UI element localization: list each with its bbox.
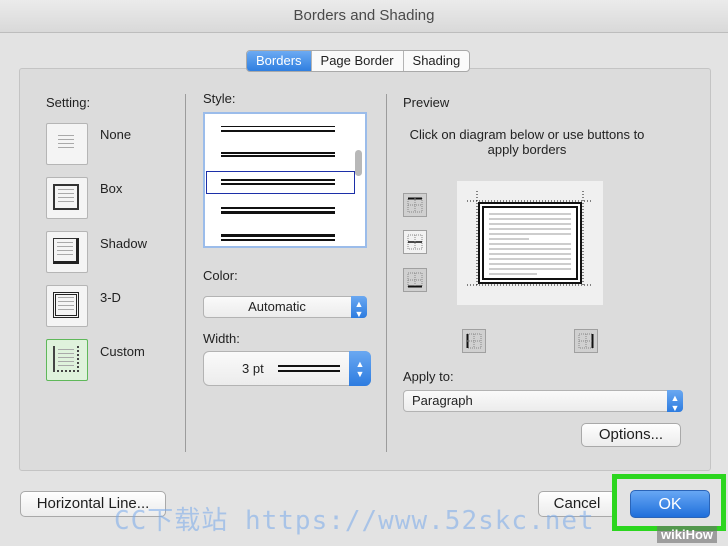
right-border-button[interactable] xyxy=(574,329,598,353)
preview-label: Preview xyxy=(403,95,450,110)
style-label: Style: xyxy=(203,91,236,106)
borders-shading-dialog: Borders and Shading Borders Page Border … xyxy=(0,0,728,546)
left-border-icon xyxy=(466,333,482,349)
top-border-button[interactable] xyxy=(403,193,427,217)
setting-none-label[interactable]: None xyxy=(100,127,131,142)
preview-diagram[interactable] xyxy=(457,181,603,305)
ok-button[interactable]: OK xyxy=(630,490,710,518)
setting-shadow-icon[interactable] xyxy=(46,231,88,273)
right-border-icon xyxy=(578,333,594,349)
setting-3d-label[interactable]: 3-D xyxy=(100,290,121,305)
chevron-updown-icon: ▲ ▼ xyxy=(351,296,367,319)
title-bar: Borders and Shading xyxy=(0,0,728,33)
inside-horizontal-border-button[interactable] xyxy=(403,230,427,254)
dialog-title: Borders and Shading xyxy=(293,7,435,24)
setting-label: Setting: xyxy=(46,95,91,110)
color-label: Color: xyxy=(203,268,238,283)
divider-right xyxy=(386,94,387,452)
tab-page-border[interactable]: Page Border xyxy=(312,51,404,71)
style-option[interactable] xyxy=(221,234,335,241)
inside-horizontal-border-icon xyxy=(407,234,423,250)
watermark-text: CC下载站 https://www.52skc.net xyxy=(114,506,595,536)
wikihow-logo: wikiHow xyxy=(657,526,718,543)
setting-3d-icon[interactable] xyxy=(46,285,88,327)
color-value: Automatic xyxy=(248,299,306,314)
color-popup[interactable]: Automatic ▲ ▼ xyxy=(203,296,367,319)
bottom-border-icon xyxy=(407,272,423,288)
setting-none-icon[interactable] xyxy=(46,123,88,165)
style-scrollbar[interactable] xyxy=(355,116,363,244)
width-popup[interactable]: 3 pt ▲ ▼ xyxy=(203,351,371,386)
chevron-updown-icon: ▲ ▼ xyxy=(349,351,371,386)
style-option[interactable] xyxy=(221,126,335,132)
setting-shadow-label[interactable]: Shadow xyxy=(100,236,147,251)
preview-instructions: Click on diagram below or use buttons to… xyxy=(409,127,645,157)
setting-box-icon[interactable] xyxy=(46,177,88,219)
chevron-updown-icon: ▲ ▼ xyxy=(667,390,683,413)
setting-custom-icon[interactable] xyxy=(46,339,88,381)
style-list[interactable] xyxy=(203,112,367,248)
tab-borders[interactable]: Borders xyxy=(247,51,312,71)
setting-custom-label[interactable]: Custom xyxy=(100,344,145,359)
top-border-icon xyxy=(407,197,423,213)
apply-to-popup[interactable]: Paragraph ▲ ▼ xyxy=(403,390,683,413)
options-button[interactable]: Options... xyxy=(581,423,681,447)
width-label: Width: xyxy=(203,331,240,346)
tab-bar: Borders Page Border Shading xyxy=(246,50,471,72)
style-scroll-thumb[interactable] xyxy=(355,150,362,176)
width-line-sample xyxy=(278,365,340,372)
style-option[interactable] xyxy=(221,207,335,214)
apply-to-value: Paragraph xyxy=(412,393,473,408)
left-border-button[interactable] xyxy=(462,329,486,353)
preview-page-icon xyxy=(467,191,593,286)
tab-shading[interactable]: Shading xyxy=(404,51,470,71)
selected-style-option[interactable] xyxy=(206,171,355,194)
setting-box-label[interactable]: Box xyxy=(100,181,122,196)
bottom-border-button[interactable] xyxy=(403,268,427,292)
width-value: 3 pt xyxy=(242,361,264,376)
style-option[interactable] xyxy=(221,152,335,157)
divider-left xyxy=(185,94,186,452)
apply-to-label: Apply to: xyxy=(403,369,454,384)
